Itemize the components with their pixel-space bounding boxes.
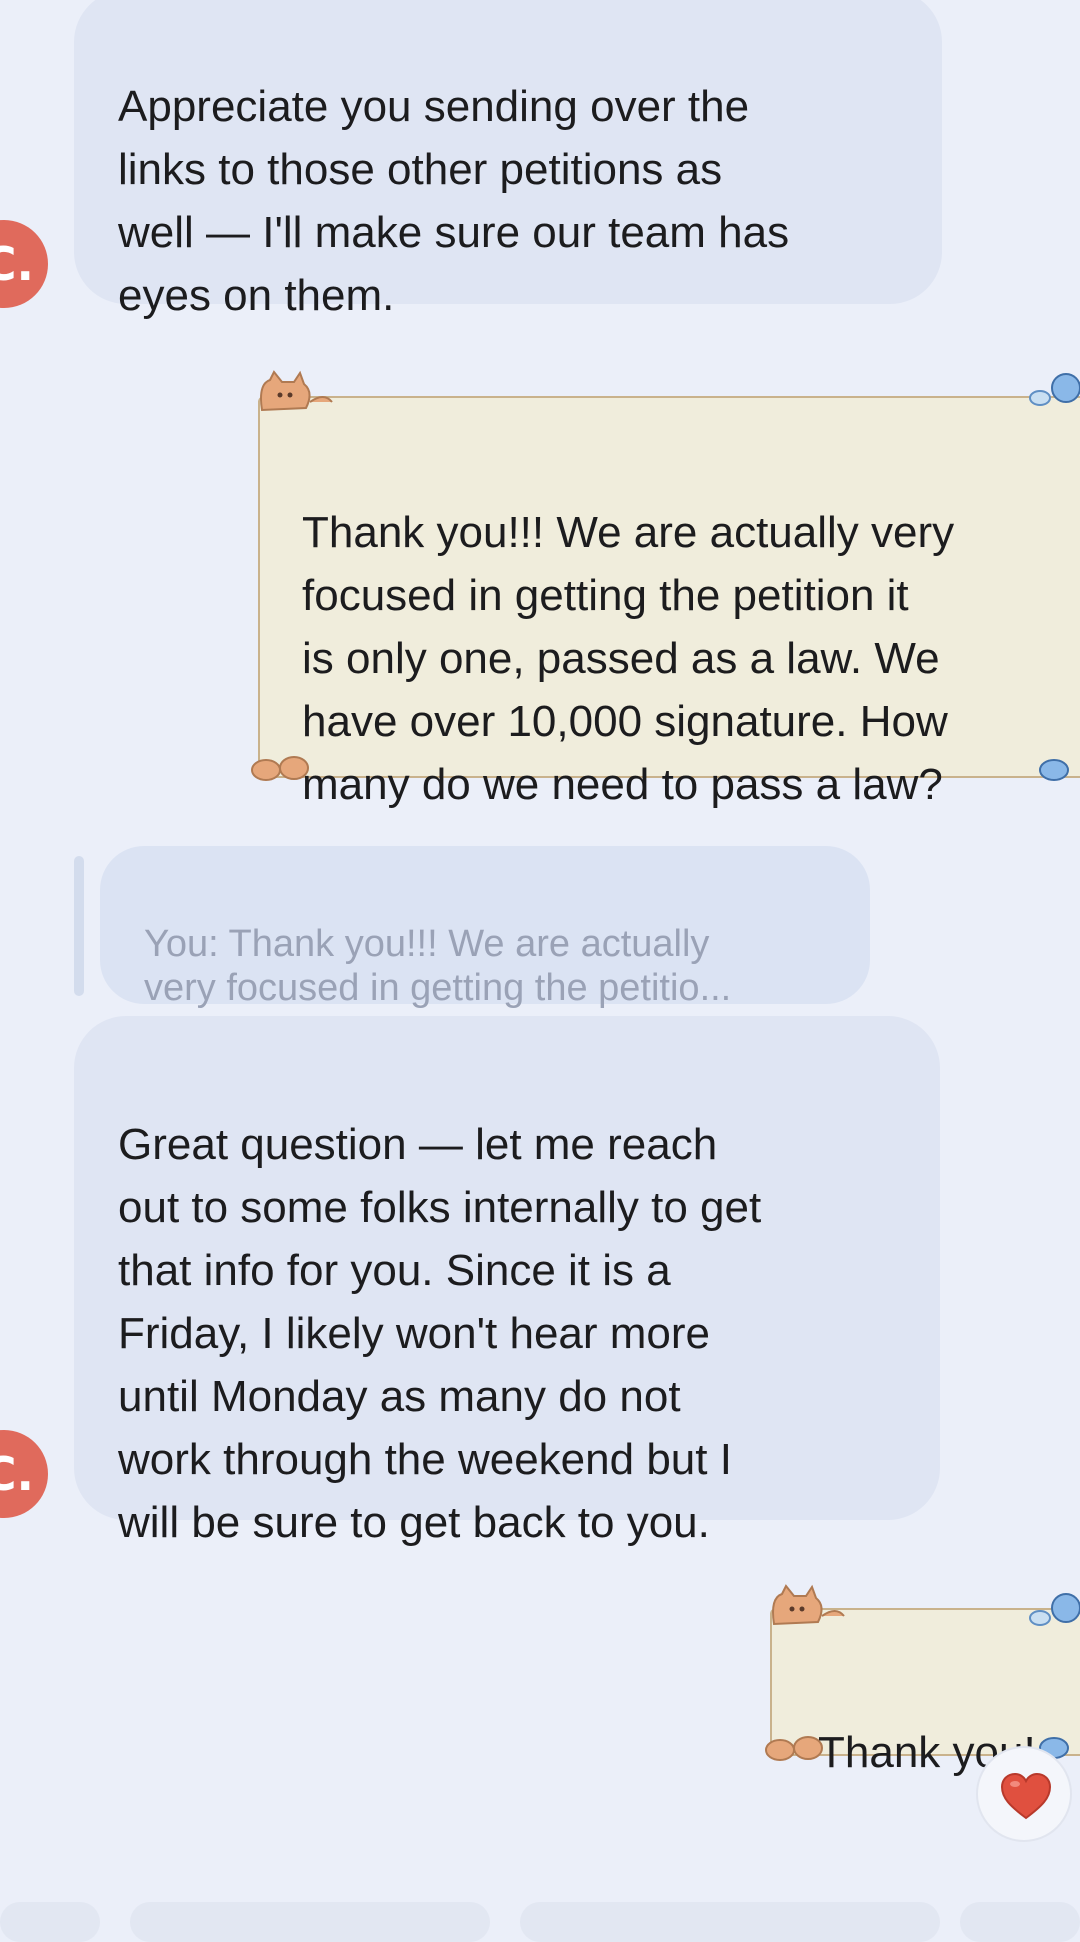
incoming-message-bubble[interactable]: Great question — let me reach out to som… <box>74 1016 940 1547</box>
incoming-message-bubble[interactable]: Appreciate you sending over the links to… <box>74 0 942 320</box>
reply-quote[interactable]: You: Thank you!!! We are actually very f… <box>100 846 870 1009</box>
avatar-initial: C. <box>0 1447 34 1501</box>
message-text: Great question — let me reach out to som… <box>118 1120 762 1547</box>
message-reaction[interactable] <box>976 1746 1072 1842</box>
message-thread[interactable]: Appreciate you sending over the links to… <box>0 0 1080 1942</box>
suggestion-chip[interactable] <box>0 1902 100 1942</box>
reply-indicator-bar <box>74 856 84 996</box>
message-text: Thank you!!! We are actually very focuse… <box>302 508 955 809</box>
outgoing-message-bubble[interactable]: Thank you!!! We are actually very focuse… <box>258 396 1080 809</box>
suggestion-chip[interactable] <box>960 1902 1080 1942</box>
suggestion-chip[interactable] <box>520 1902 940 1942</box>
outgoing-message-bubble[interactable]: Thank you! <box>770 1608 1080 1777</box>
heart-icon <box>1000 1772 1052 1820</box>
suggestion-chip[interactable] <box>130 1902 490 1942</box>
message-text: Appreciate you sending over the links to… <box>118 82 790 320</box>
avatar-initial: C. <box>0 237 34 291</box>
quoted-message-text: You: Thank you!!! We are actually very f… <box>144 923 732 1009</box>
sender-avatar[interactable]: C. <box>0 220 48 308</box>
sender-avatar[interactable]: C. <box>0 1430 48 1518</box>
